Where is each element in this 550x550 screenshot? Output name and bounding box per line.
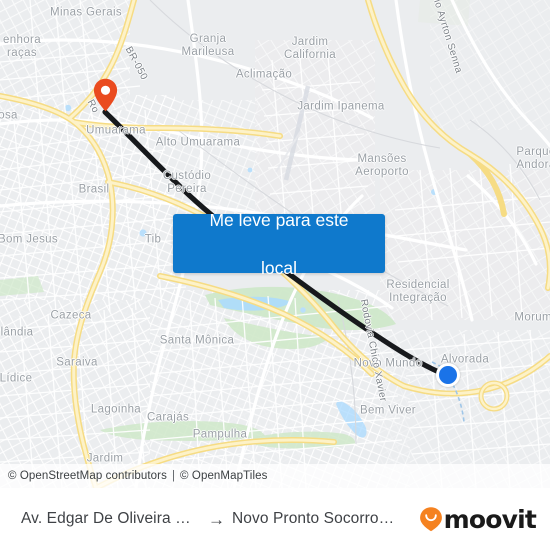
moovit-map-screen: Minas Gerais enhora raças Granja Marileusa…: [0, 0, 550, 550]
map-pin-icon[interactable]: [93, 78, 118, 112]
attribution-separator: |: [171, 470, 176, 482]
map-attribution: © OpenStreetMap contributors | © OpenMap…: [0, 464, 550, 488]
openmaptiles-attribution-link[interactable]: © OpenMapTiles: [180, 470, 267, 482]
route-summary[interactable]: Av. Edgar De Oliveira Cas… → Novo Pronto…: [0, 510, 419, 528]
cta-label-line2: local: [260, 257, 297, 278]
route-footer-bar: Av. Edgar De Oliveira Cas… → Novo Pronto…: [0, 488, 550, 550]
osm-attribution-link[interactable]: © OpenStreetMap contributors: [8, 470, 167, 482]
route-origin-label: Av. Edgar De Oliveira Cas…: [21, 510, 201, 527]
route-destination-label: Novo Pronto Socorro …: [232, 510, 397, 527]
map-canvas[interactable]: Minas Gerais enhora raças Granja Marileusa…: [0, 0, 550, 488]
take-me-here-button[interactable]: Me leve para este local: [173, 210, 385, 278]
arrow-right-icon: →: [208, 509, 225, 529]
moovit-wordmark: moovit: [443, 504, 537, 534]
location-dot-icon[interactable]: [436, 363, 460, 387]
moovit-logo[interactable]: moovit: [419, 506, 550, 532]
moovit-pin-icon: [419, 507, 442, 532]
cta-label-line1: Me leve para este: [209, 209, 349, 230]
